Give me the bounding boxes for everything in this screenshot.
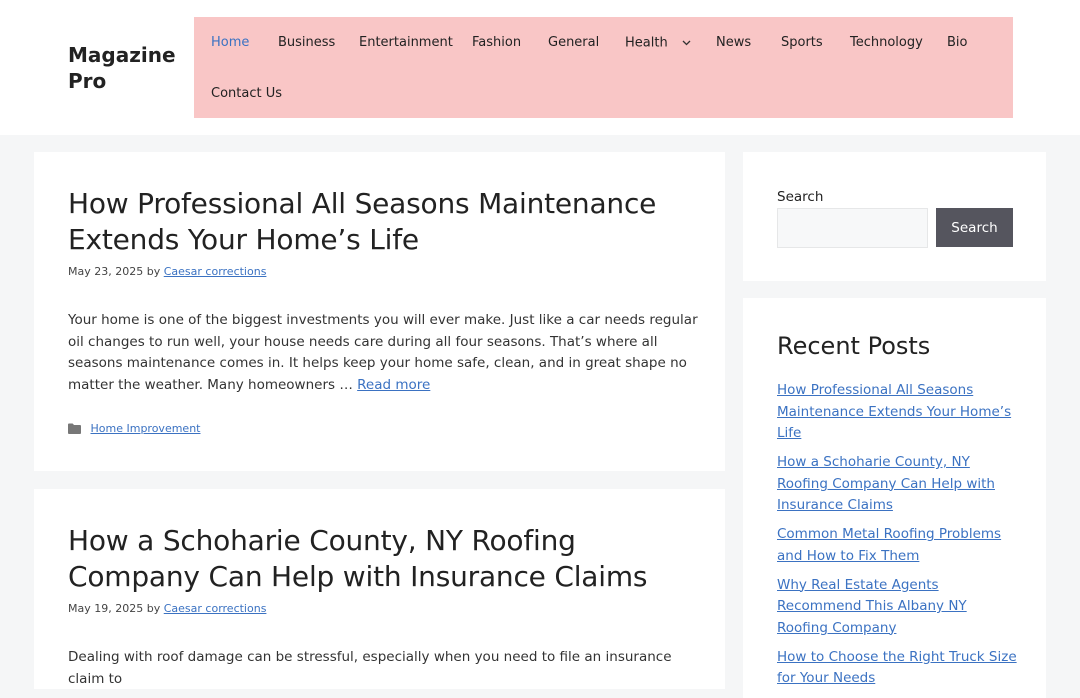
recent-posts-widget: Recent Posts How Professional All Season… (743, 298, 1046, 698)
nav-item-fashion[interactable]: Fashion (472, 35, 521, 51)
post-title[interactable]: How Professional All Seasons Maintenance… (68, 186, 668, 258)
nav-item-news[interactable]: News (716, 35, 751, 51)
recent-posts-title: Recent Posts (777, 332, 931, 360)
site-title[interactable]: Magazine Pro (68, 42, 178, 94)
nav-item-entertainment[interactable]: Entertainment (359, 35, 453, 51)
search-input[interactable] (777, 208, 928, 248)
nav-item-home[interactable]: Home (211, 35, 249, 51)
recent-post-link[interactable]: Common Metal Roofing Problems and How to… (777, 526, 1001, 564)
read-more-link[interactable]: Read more (357, 377, 430, 393)
post-excerpt: Your home is one of the biggest investme… (68, 310, 698, 396)
recent-posts-list: How Professional All Seasons Maintenance… (777, 380, 1017, 697)
post-by: by (146, 265, 161, 278)
post-meta: May 23, 2025 by Caesar corrections (68, 265, 266, 279)
folder-icon (68, 423, 81, 438)
post-date: May 19, 2025 (68, 602, 144, 615)
post-title[interactable]: How a Schoharie County, NY Roofing Compa… (68, 523, 708, 595)
main-nav: Home Business Entertainment Fashion Gene… (194, 17, 1013, 118)
post-categories: Home Improvement (68, 422, 200, 438)
list-item: Common Metal Roofing Problems and How to… (777, 524, 1017, 567)
post-card: How Professional All Seasons Maintenance… (34, 152, 725, 471)
post-date: May 23, 2025 (68, 265, 144, 278)
post-author-link[interactable]: Caesar corrections (164, 602, 267, 615)
category-link[interactable]: Home Improvement (91, 422, 201, 435)
nav-item-business[interactable]: Business (278, 35, 335, 51)
recent-post-link[interactable]: Why Real Estate Agents Recommend This Al… (777, 577, 967, 636)
nav-item-bio[interactable]: Bio (947, 35, 967, 51)
post-by: by (146, 602, 161, 615)
list-item: How to Choose the Right Truck Size for Y… (777, 647, 1017, 690)
search-widget: Search Search (743, 152, 1046, 281)
list-item: Why Real Estate Agents Recommend This Al… (777, 575, 1017, 640)
recent-post-link[interactable]: How Professional All Seasons Maintenance… (777, 382, 1011, 441)
chevron-down-icon (682, 35, 691, 51)
search-label: Search (777, 189, 824, 205)
search-button[interactable]: Search (936, 208, 1013, 247)
nav-item-health-label: Health (625, 35, 668, 51)
nav-item-sports[interactable]: Sports (781, 35, 823, 51)
nav-item-technology[interactable]: Technology (850, 35, 923, 51)
post-meta: May 19, 2025 by Caesar corrections (68, 602, 266, 616)
list-item: How a Schoharie County, NY Roofing Compa… (777, 452, 1017, 517)
post-excerpt: Dealing with roof damage can be stressfu… (68, 649, 672, 687)
post-card: How a Schoharie County, NY Roofing Compa… (34, 489, 725, 689)
nav-item-general[interactable]: General (548, 35, 599, 51)
list-item: How Professional All Seasons Maintenance… (777, 380, 1017, 445)
recent-post-link[interactable]: How a Schoharie County, NY Roofing Compa… (777, 454, 995, 513)
nav-item-contact-us[interactable]: Contact Us (211, 86, 282, 102)
post-author-link[interactable]: Caesar corrections (164, 265, 267, 278)
recent-post-link[interactable]: How to Choose the Right Truck Size for Y… (777, 649, 1017, 687)
site-header: Magazine Pro Home Business Entertainment… (0, 0, 1080, 135)
nav-item-health[interactable]: Health (625, 35, 691, 52)
